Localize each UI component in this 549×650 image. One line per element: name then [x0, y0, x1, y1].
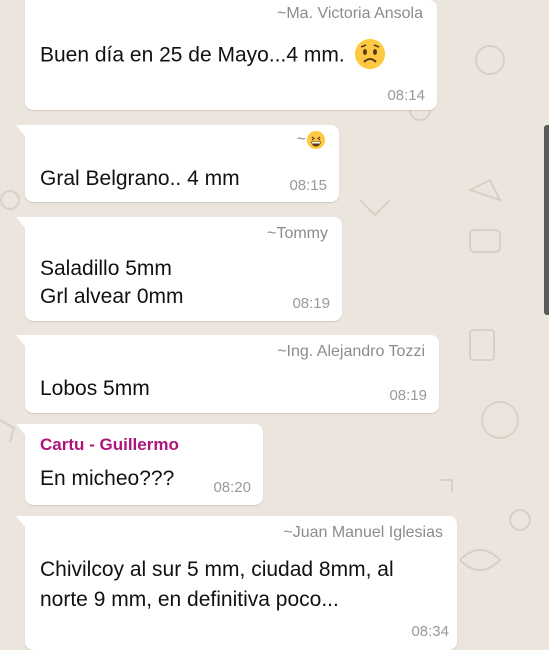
message-text-content: Buen día en 25 de Mayo...4 mm. — [40, 43, 345, 67]
sender-name[interactable]: ~Ing. Alejandro Tozzi — [277, 343, 425, 361]
message-text-line: Grl alvear 0mm — [40, 285, 184, 308]
sender-prefix: ~ — [296, 131, 306, 149]
message-bubble[interactable]: ~Ing. Alejandro Tozzi Lobos 5mm 08:19 — [16, 335, 439, 413]
message-text-line: Chivilcoy al sur 5 mm, ciudad 8mm, al — [40, 558, 394, 581]
worried-face-icon — [354, 39, 385, 69]
message-text-line: norte 9 mm, en definitiva poco... — [40, 588, 339, 611]
edge-panel-handle[interactable] — [544, 125, 549, 315]
message-text: Lobos 5mm — [40, 377, 150, 400]
sender-name[interactable]: ~Ma. Victoria Ansola — [277, 5, 423, 23]
sender-name[interactable]: Cartu - Guillermo — [40, 435, 179, 455]
grinning-face-icon — [307, 131, 325, 149]
message-time: 08:20 — [213, 479, 251, 496]
message-time: 08:19 — [389, 387, 427, 404]
message-text-line: Saladillo 5mm — [40, 257, 172, 280]
sender-name[interactable]: ~Tommy — [267, 225, 328, 243]
message-bubble[interactable]: ~Juan Manuel Iglesias Chivilcoy al sur 5… — [16, 516, 457, 650]
message-bubble[interactable]: ~Tommy Saladillo 5mm Grl alvear 0mm 08:1… — [16, 217, 342, 321]
message-bubble[interactable]: Cartu - Guillermo En micheo??? 08:20 — [16, 424, 263, 505]
message-text: Gral Belgrano.. 4 mm — [40, 167, 240, 190]
message-time: 08:34 — [411, 623, 449, 640]
message-time: 08:14 — [387, 87, 425, 104]
sender-name[interactable]: ~Juan Manuel Iglesias — [283, 524, 443, 542]
message-bubble[interactable]: ~ Gral Belgrano.. 4 mm 08:15 — [16, 125, 339, 202]
message-time: 08:15 — [289, 177, 327, 194]
message-text: En micheo??? — [40, 467, 175, 490]
message-time: 08:19 — [292, 295, 330, 312]
message-bubble[interactable]: ~Ma. Victoria Ansola Buen día en 25 de M… — [25, 0, 437, 110]
sender-name[interactable]: ~ — [297, 131, 325, 149]
message-text: Buen día en 25 de Mayo...4 mm. — [40, 39, 385, 71]
